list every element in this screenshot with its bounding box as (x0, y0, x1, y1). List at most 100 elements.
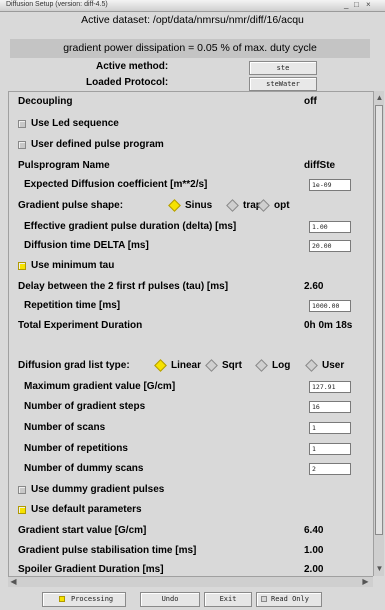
use-dummy-grad-row[interactable]: Use dummy gradient pulses (9, 482, 369, 498)
use-led-checkbox[interactable] (18, 120, 26, 128)
processing-label: Processing (71, 595, 114, 603)
list-log-radio[interactable] (255, 359, 268, 372)
delay-tau-row: Delay between the 2 first rf pulses (tau… (9, 279, 369, 295)
list-sqrt-label: Sqrt (222, 360, 242, 371)
max-grad-row: Maximum gradient value [G/cm] 127.91 (9, 379, 369, 395)
diff-time-input[interactable]: 20.00 (309, 240, 351, 252)
num-reps-label: Number of repetitions (24, 443, 128, 454)
exit-button[interactable]: Exit (204, 592, 252, 607)
pulseprogram-value: diffSte (304, 160, 336, 171)
spoiler-value: 2.00 (304, 564, 324, 575)
list-linear-label: Linear (171, 360, 202, 371)
max-grad-input[interactable]: 127.91 (309, 381, 351, 393)
rep-time-row: Repetition time [ms] 1000.00 (9, 298, 369, 314)
gradient-shape-row: Gradient pulse shape: Sinus trap opt (9, 198, 369, 214)
parameters-panel[interactable]: Decoupling off Use Led sequence User def… (8, 91, 373, 576)
num-reps-row: Number of repetitions 1 (9, 441, 369, 457)
expected-diff-row: Expected Diffusion coefficient [m**2/s] … (9, 177, 369, 193)
use-default-row[interactable]: Use default parameters (9, 502, 369, 518)
list-linear-radio[interactable] (154, 359, 167, 372)
grad-start-value: 6.40 (304, 525, 324, 536)
pulseprogram-row: Pulsprogram Name diffSte (9, 158, 369, 174)
delay-tau-label: Delay between the 2 first rf pulses (tau… (18, 281, 229, 292)
horizontal-scrollbar[interactable]: ◀ ▶ (8, 576, 373, 587)
decoupling-label: Decoupling (18, 96, 73, 107)
grad-start-label: Gradient start value [G/cm] (18, 525, 147, 536)
use-default-label: Use default parameters (31, 504, 142, 515)
total-duration-value: 0h 0m 18s (304, 320, 353, 331)
num-scans-input[interactable]: 1 (309, 422, 351, 434)
decoupling-value: off (304, 96, 317, 107)
scroll-right-icon[interactable]: ▶ (360, 577, 371, 587)
list-user-label: User (322, 360, 345, 371)
expected-diff-label: Expected Diffusion coefficient [m**2/s] (24, 179, 208, 190)
use-dummy-grad-checkbox[interactable] (18, 486, 26, 494)
num-scans-row: Number of scans 1 (9, 420, 369, 436)
decoupling-row: Decoupling off (9, 94, 369, 110)
grad-stab-value: 1.00 (304, 545, 324, 556)
max-grad-label: Maximum gradient value [G/cm] (24, 381, 176, 392)
active-method-button[interactable]: ste (249, 61, 317, 75)
list-user-radio[interactable] (305, 359, 318, 372)
grad-stab-label: Gradient pulse stabilisation time [ms] (18, 545, 197, 556)
num-steps-row: Number of gradient steps 16 (9, 399, 369, 415)
use-default-checkbox[interactable] (18, 506, 26, 514)
vertical-scrollbar[interactable]: ▲ ▼ (373, 91, 384, 576)
active-method-label: Active method: (96, 61, 169, 72)
maximize-button[interactable]: □ (354, 0, 359, 9)
use-dummy-grad-label: Use dummy gradient pulses (31, 484, 165, 495)
total-duration-label: Total Experiment Duration (18, 320, 143, 331)
spoiler-row: Spoiler Gradient Duration [ms] 2.00 (9, 562, 369, 576)
num-dummy-label: Number of dummy scans (24, 463, 144, 474)
use-min-tau-checkbox[interactable] (18, 262, 26, 270)
total-duration-row: Total Experiment Duration 0h 0m 18s (9, 318, 369, 334)
title-bar: Diffusion Setup (version: diff-4.5) _ □ … (0, 0, 385, 12)
num-steps-label: Number of gradient steps (24, 401, 146, 412)
use-min-tau-row[interactable]: Use minimum tau (9, 258, 369, 274)
scroll-left-icon[interactable]: ◀ (8, 577, 19, 587)
close-button[interactable]: × (366, 0, 371, 9)
eff-delta-input[interactable]: 1.00 (309, 221, 351, 233)
delay-tau-value: 2.60 (304, 281, 324, 292)
diff-time-row: Diffusion time DELTA [ms] 20.00 (9, 238, 369, 254)
window-title: Diffusion Setup (version: diff-4.5) (6, 1, 108, 8)
grad-list-row: Diffusion grad list type: Linear Sqrt Lo… (9, 358, 369, 374)
scroll-down-icon[interactable]: ▼ (375, 563, 384, 574)
loaded-protocol-label: Loaded Protocol: (86, 77, 169, 88)
undo-button[interactable]: Undo (140, 592, 200, 607)
rep-time-label: Repetition time [ms] (24, 300, 121, 311)
read-only-check-icon (261, 596, 267, 602)
num-dummy-input[interactable]: 2 (309, 463, 351, 475)
gradient-power-info: gradient power dissipation = 0.05 % of m… (10, 39, 370, 58)
gradient-shape-label: Gradient pulse shape: (18, 200, 124, 211)
user-defined-row[interactable]: User defined pulse program (9, 137, 369, 153)
num-reps-input[interactable]: 1 (309, 443, 351, 455)
list-sqrt-radio[interactable] (205, 359, 218, 372)
expected-diff-input[interactable]: 1e-09 (309, 179, 351, 191)
scroll-up-icon[interactable]: ▲ (375, 92, 384, 103)
num-dummy-row: Number of dummy scans 2 (9, 461, 369, 477)
vertical-scroll-thumb[interactable] (375, 105, 383, 535)
user-defined-checkbox[interactable] (18, 141, 26, 149)
bottom-bar: Processing Undo Exit Read Only (0, 590, 385, 610)
rep-time-input[interactable]: 1000.00 (309, 300, 351, 312)
active-dataset: Active dataset: /opt/data/nmrsu/nmr/diff… (81, 14, 304, 26)
use-led-label: Use Led sequence (31, 118, 119, 129)
num-scans-label: Number of scans (24, 422, 106, 433)
shape-sinus-radio[interactable] (168, 199, 181, 212)
read-only-toggle[interactable]: Read Only (256, 592, 322, 607)
diff-time-label: Diffusion time DELTA [ms] (24, 240, 149, 251)
use-led-row[interactable]: Use Led sequence (9, 116, 369, 132)
processing-check-icon (59, 596, 65, 602)
num-steps-input[interactable]: 16 (309, 401, 351, 413)
shape-opt-label: opt (274, 200, 290, 211)
shape-trap-radio[interactable] (226, 199, 239, 212)
use-min-tau-label: Use minimum tau (31, 260, 115, 271)
shape-sinus-label: Sinus (185, 200, 213, 211)
grad-start-row: Gradient start value [G/cm] 6.40 (9, 523, 369, 539)
pulseprogram-label: Pulsprogram Name (18, 160, 110, 171)
processing-button[interactable]: Processing (42, 592, 126, 607)
minimize-button[interactable]: _ (344, 0, 348, 9)
loaded-protocol-button[interactable]: steWater (249, 77, 317, 91)
read-only-label: Read Only (271, 595, 309, 603)
